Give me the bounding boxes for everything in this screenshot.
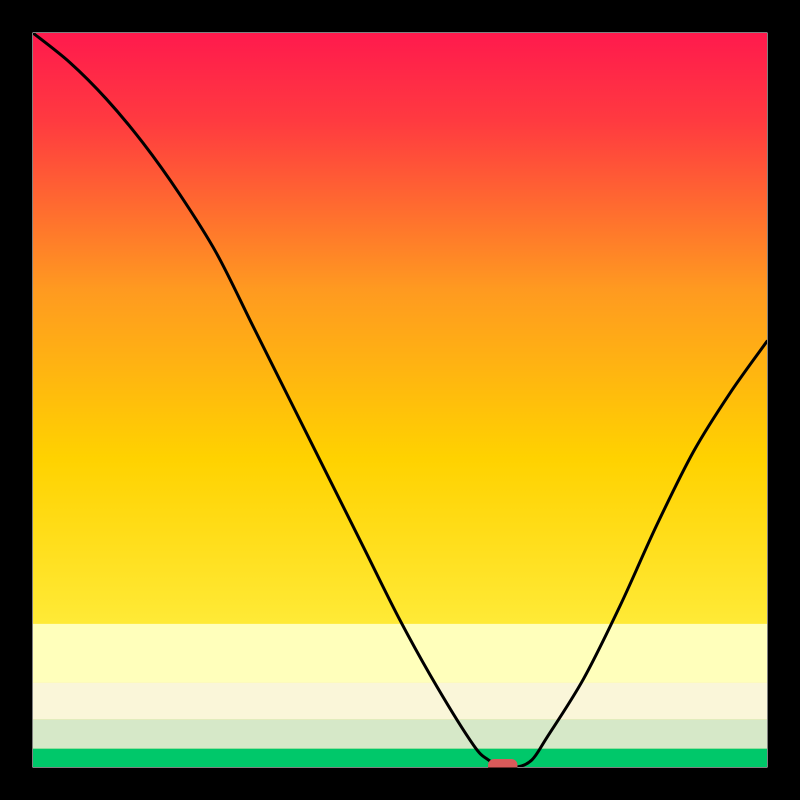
chart-container: { "attribution": "TheBottlenecker.com", …	[0, 0, 800, 800]
bottleneck-chart	[0, 0, 800, 800]
chart-bottom-bands	[33, 624, 767, 767]
